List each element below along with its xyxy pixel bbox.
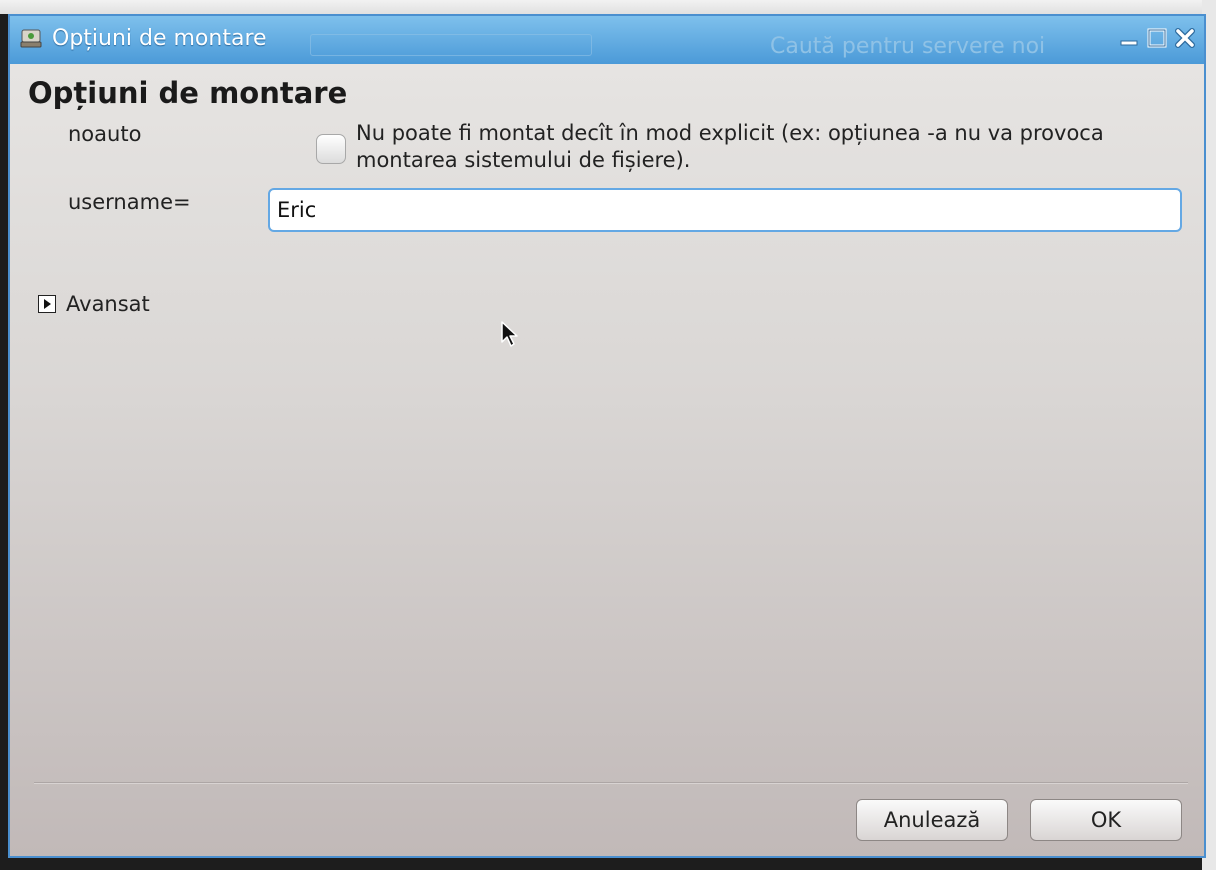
window-title: Opțiuni de montare — [52, 26, 267, 51]
ok-button[interactable]: OK — [1030, 799, 1182, 841]
advanced-expander[interactable]: Avansat — [38, 292, 150, 316]
titlebar[interactable]: Caută pentru servere noi Opțiuni de mont… — [10, 16, 1204, 65]
dialog-content: Opțiuni de montare noauto Nu poate fi mo… — [10, 64, 1204, 856]
triangle-right-icon — [38, 295, 56, 313]
background-search-label: Caută pentru servere noi — [770, 34, 1046, 59]
username-label: username= — [68, 190, 191, 214]
app-drive-icon — [20, 28, 42, 48]
advanced-label: Avansat — [66, 292, 150, 316]
cancel-button[interactable]: Anulează — [856, 799, 1008, 841]
background-search-box — [310, 34, 592, 56]
minimize-icon[interactable] — [1116, 26, 1142, 50]
button-separator — [34, 782, 1188, 784]
background-window-strip — [0, 0, 1216, 14]
noauto-checkbox[interactable] — [316, 134, 346, 164]
close-icon[interactable] — [1172, 26, 1198, 50]
username-input[interactable]: Eric — [268, 188, 1182, 232]
mount-options-dialog: Caută pentru servere noi Opțiuni de mont… — [8, 14, 1206, 858]
noauto-label: noauto — [68, 122, 142, 146]
dialog-heading: Opțiuni de montare — [28, 76, 348, 110]
maximize-icon[interactable] — [1144, 26, 1170, 50]
mouse-pointer-icon — [500, 320, 522, 354]
noauto-description[interactable]: Nu poate fi montat decît în mod explicit… — [356, 120, 1176, 174]
